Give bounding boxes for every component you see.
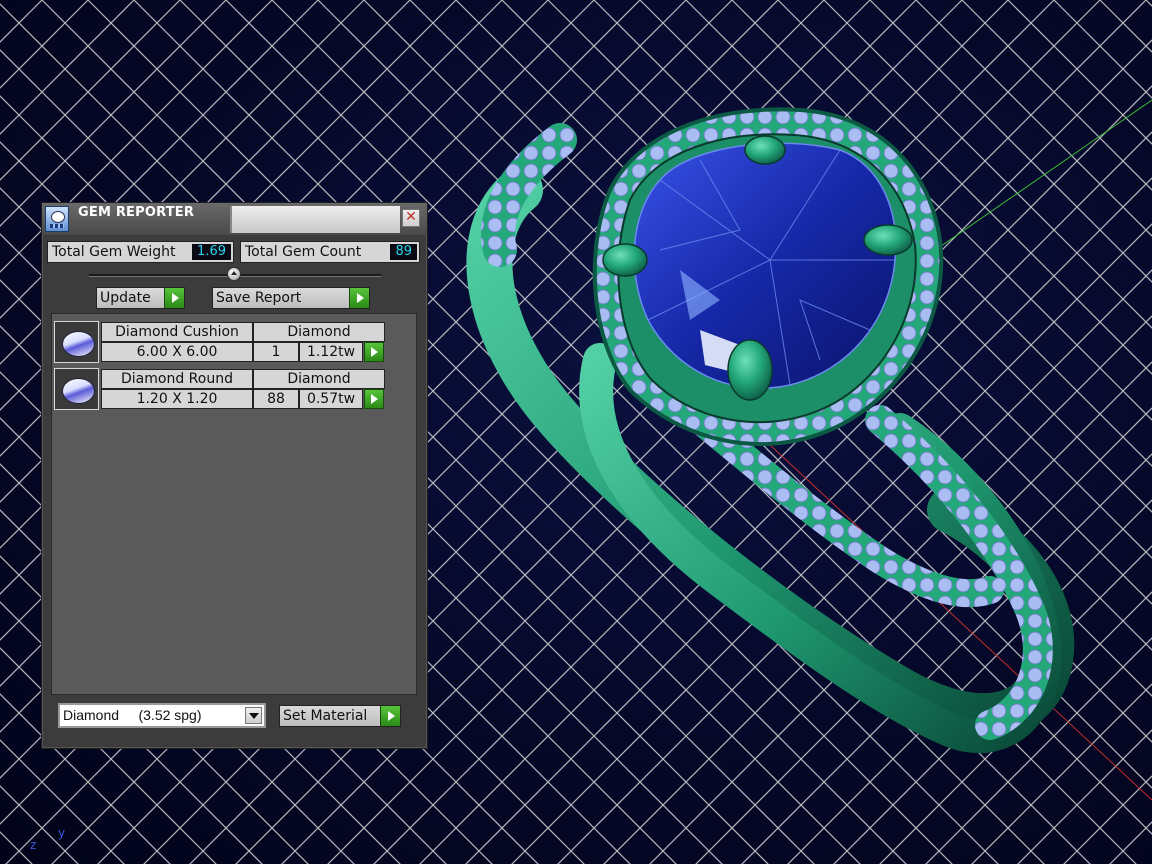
grid-line [0,0,22,864]
material-select[interactable]: Diamond (3.52 spg) [58,703,266,728]
gem-reporter-panel: GEM REPORTER ✕ Total Gem Weight 1.69 Tot… [41,202,428,749]
total-weight-value: 1.69 [192,244,231,260]
save-report-go-icon[interactable] [349,288,369,308]
set-material-button[interactable]: Set Material [279,705,401,727]
save-report-button[interactable]: Save Report [212,287,370,309]
gem-size: 6.00 X 6.00 [101,342,253,362]
grid-line [1063,775,1152,864]
axis-y-label: y [58,826,66,840]
close-button[interactable]: ✕ [402,209,420,227]
panel-title: GEM REPORTER [78,205,195,220]
prong-right [863,224,913,256]
gem-weight: 1.12tw [299,342,363,362]
gem-reporter-icon [45,206,69,232]
update-button-label: Update [100,290,151,306]
grid-line [0,0,43,43]
gem-row[interactable]: Diamond Cushion Diamond 6.00 X 6.00 1 1.… [54,321,385,363]
total-weight-field: Total Gem Weight 1.69 [47,241,234,263]
gem-name: Diamond Cushion [101,322,253,342]
gem-count: 88 [253,389,299,409]
gem-row-go-icon[interactable] [364,389,384,409]
gem-count: 1 [253,342,299,362]
prong-bottom [727,339,773,401]
prong-top [744,135,786,165]
prong-left [602,243,648,277]
size-slider-handle[interactable] [227,267,241,281]
gem-material: Diamond [253,369,385,389]
gem-round-icon [62,378,95,404]
save-report-button-label: Save Report [216,290,302,306]
close-icon: ✕ [405,209,417,225]
gem-cushion-icon [62,331,95,357]
set-material-go-icon[interactable] [380,706,400,726]
material-select-value: Diamond (3.52 spg) [63,707,202,723]
grid-line [1109,821,1152,864]
title-tab [230,206,400,233]
gem-size: 1.20 X 1.20 [101,389,253,409]
total-count-field: Total Gem Count 89 [240,241,420,263]
gem-list[interactable]: Diamond Cushion Diamond 6.00 X 6.00 1 1.… [51,313,417,695]
gem-weight: 0.57tw [299,389,363,409]
gem-thumbnail [54,321,99,363]
gem-thumbnail [54,368,99,410]
total-count-value: 89 [390,244,417,260]
update-button[interactable]: Update [96,287,185,309]
ring-model [466,107,1075,753]
gem-row-go-icon[interactable] [364,342,384,362]
total-weight-label: Total Gem Weight [52,244,176,260]
update-go-icon[interactable] [164,288,184,308]
panel-titlebar[interactable]: GEM REPORTER ✕ [42,203,427,235]
grid-line [1007,0,1152,145]
gem-material: Diamond [253,322,385,342]
axis-z-label: z [30,838,37,852]
gem-name: Diamond Round [101,369,253,389]
chevron-down-icon[interactable] [245,707,262,724]
gem-row[interactable]: Diamond Round Diamond 1.20 X 1.20 88 0.5… [54,368,385,410]
set-material-button-label: Set Material [283,708,368,724]
total-count-label: Total Gem Count [245,244,362,260]
